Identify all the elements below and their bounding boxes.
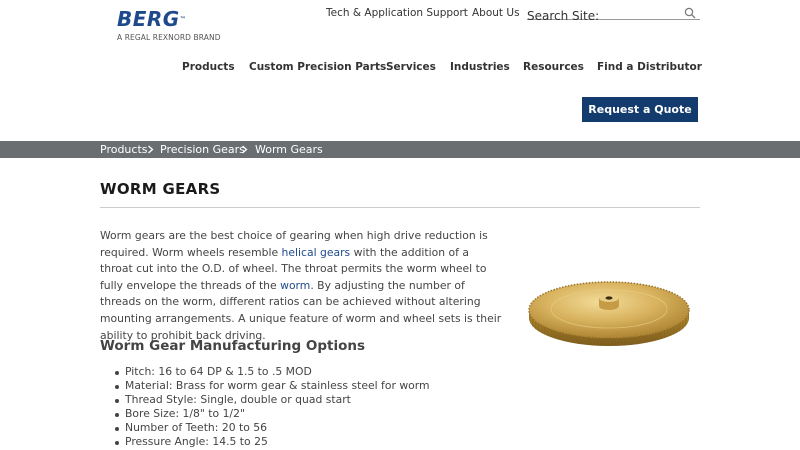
tech-support-link[interactable]: Tech & Application Support (326, 7, 468, 19)
logo-wordmark: BERG™ (117, 7, 187, 31)
chevron-right-icon (148, 145, 154, 154)
list-item: Number of Teeth: 20 to 56 (115, 421, 430, 435)
list-item: Pressure Angle: 14.5 to 25 (115, 435, 430, 449)
breadcrumb-precision-gears[interactable]: Precision Gears (160, 142, 245, 157)
manufacturing-options-heading: Worm Gear Manufacturing Options (100, 338, 366, 354)
intro-paragraph: Worm gears are the best choice of gearin… (100, 229, 502, 342)
nav-industries[interactable]: Industries (450, 61, 510, 73)
search-input[interactable] (527, 9, 677, 23)
list-item: Bore Size: 1/8" to 1/2" (115, 407, 430, 421)
logo-tagline: A REGAL REXNORD BRAND (117, 33, 221, 42)
worm-gear-image (528, 281, 690, 346)
nav-find-distributor[interactable]: Find a Distributor (597, 61, 702, 73)
worm-link[interactable]: worm (280, 279, 310, 292)
title-divider (100, 207, 700, 208)
helical-gears-link[interactable]: helical gears (282, 246, 351, 259)
list-item: Pitch: 16 to 64 DP & 1.5 to .5 MOD (115, 365, 430, 379)
list-item: Material: Brass for worm gear & stainles… (115, 379, 430, 392)
search-icon[interactable] (684, 7, 696, 19)
about-us-link[interactable]: About Us (472, 7, 520, 19)
berg-logo[interactable]: BERG™ A REGAL REXNORD BRAND (117, 9, 221, 42)
nav-products[interactable]: Products (182, 61, 235, 73)
request-quote-button[interactable]: Request a Quote (582, 97, 698, 122)
page-title: WORM GEARS (100, 180, 221, 198)
breadcrumb-products[interactable]: Products (100, 142, 148, 157)
list-item: Thread Style: Single, double or quad sta… (115, 393, 430, 407)
breadcrumb: Products Precision Gears Worm Gears (0, 141, 800, 158)
nav-resources[interactable]: Resources (523, 61, 584, 73)
nav-custom-precision-parts[interactable]: Custom Precision Parts (249, 61, 386, 73)
specs-list: Pitch: 16 to 64 DP & 1.5 to .5 MOD Mater… (115, 365, 430, 449)
chevron-right-icon (242, 145, 248, 154)
search-box (527, 5, 700, 23)
nav-services[interactable]: Services (386, 61, 436, 73)
breadcrumb-worm-gears: Worm Gears (255, 143, 323, 156)
